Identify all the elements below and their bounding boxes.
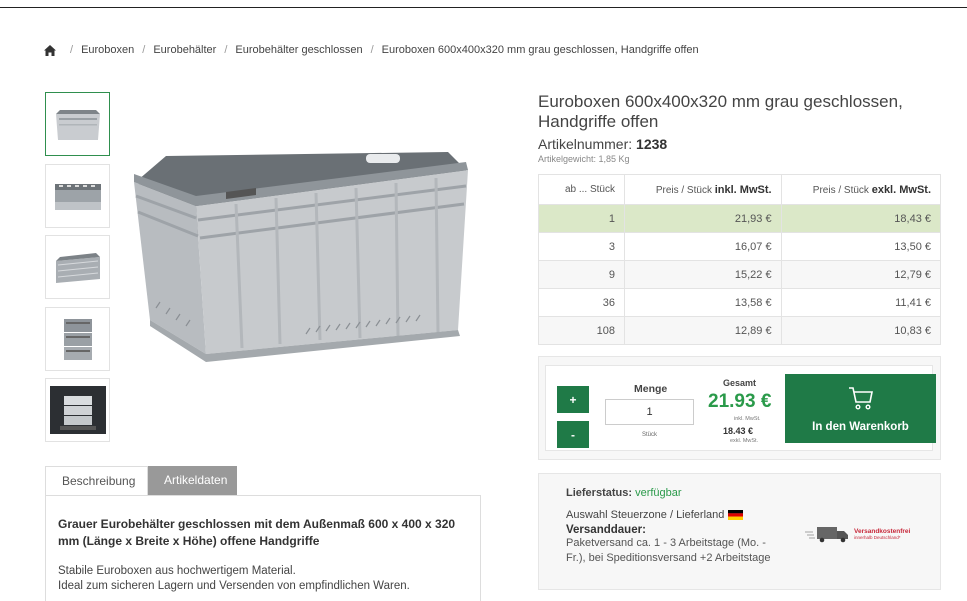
breadcrumb-item-geschlossen[interactable]: Eurobehälter geschlossen — [235, 44, 362, 56]
add-to-cart-label: In den Warenkorb — [812, 421, 909, 433]
delivery-info-panel: Lieferstatus: verfügbar Auswahl Steuerzo… — [538, 473, 941, 590]
table-row: 1 21,93 € 18,43 € — [538, 204, 942, 233]
quantity-input[interactable] — [605, 399, 694, 425]
breadcrumb-item-euroboxen[interactable]: Euroboxen — [81, 44, 134, 56]
total-incl-label: inkl. MwSt. — [734, 416, 761, 422]
table-row: 9 15,22 € 12,79 € — [538, 260, 942, 289]
price-table-header: ab ... Stück Preis / Stück inkl. MwSt. P… — [538, 174, 942, 205]
row-price-incl: 21,93 € — [624, 204, 782, 233]
breadcrumb-separator: / — [370, 44, 374, 56]
shopping-cart-icon — [849, 387, 873, 410]
quantity-plus-button[interactable]: + — [557, 386, 589, 413]
add-to-cart-panel: + - Menge Stück Gesamt 21.93 € inkl. MwS… — [538, 356, 941, 460]
total-excl-price: 18.43 € — [723, 426, 754, 436]
row-price-incl: 15,22 € — [624, 260, 782, 289]
breadcrumb-separator: / — [224, 44, 228, 56]
total-label: Gesamt — [723, 378, 757, 388]
shipping-duration-text: Paketversand ca. 1 - 3 Arbeitstage (Mo. … — [566, 537, 771, 564]
table-row: 3 16,07 € 13,50 € — [538, 232, 942, 261]
quantity-label: Menge — [634, 383, 668, 395]
euroboxes-lid-icon — [55, 253, 100, 283]
article-number-value: 1238 — [636, 136, 668, 152]
add-to-cart-inner: + - Menge Stück Gesamt 21.93 € inkl. MwS… — [545, 365, 936, 451]
table-row: 36 13,58 € 11,41 € — [538, 288, 942, 317]
product-title: Euroboxen 600x400x320 mm grau geschlosse… — [538, 92, 903, 131]
total-price: 21.93 € — [708, 391, 772, 412]
main-product-image[interactable] — [126, 92, 481, 447]
thumbnail-1[interactable] — [45, 92, 110, 156]
free-shipping-badge: Versandkostenfrei innerhalb Deutschland* — [805, 524, 910, 544]
euroboxes-pallet-icon — [49, 386, 106, 434]
description-tabs: Beschreibung Artikeldaten — [45, 466, 237, 495]
row-qty: 36 — [538, 288, 625, 317]
table-row: 108 12,89 € 10,83 € — [538, 316, 942, 345]
article-number-label: Artikelnummer: — [538, 136, 637, 152]
breadcrumb-item-eurobehaelter[interactable]: Eurobehälter — [153, 44, 216, 56]
top-divider — [0, 7, 967, 8]
eurobox-thumb-image — [55, 110, 100, 140]
row-price-excl: 13,50 € — [780, 232, 942, 261]
delivery-status: Lieferstatus: verfügbar — [566, 487, 940, 499]
row-price-incl: 13,58 € — [624, 288, 782, 317]
free-shipping-title: Versandkostenfrei — [854, 528, 911, 535]
description-line-2: Ideal zum sicheren Lagern und Versenden … — [58, 580, 410, 592]
thumbnail-3[interactable] — [45, 235, 110, 299]
thumbnail-2[interactable] — [45, 164, 110, 228]
price-table: ab ... Stück Preis / Stück inkl. MwSt. P… — [538, 174, 942, 345]
header-quantity: ab ... Stück — [538, 174, 625, 205]
free-shipping-text: Versandkostenfrei innerhalb Deutschland* — [854, 528, 910, 540]
german-flag-icon[interactable] — [728, 510, 744, 520]
quantity-minus-button[interactable]: - — [557, 421, 589, 448]
quantity-unit: Stück — [642, 432, 658, 438]
header-price-excl: Preis / Stück exkl. MwSt. — [780, 174, 942, 205]
row-price-excl: 18,43 € — [780, 204, 942, 233]
tax-zone-selector[interactable]: Auswahl Steuerzone / Lieferland — [566, 509, 940, 521]
row-price-incl: 12,89 € — [624, 316, 782, 345]
article-number: Artikelnummer: 1238 — [538, 136, 667, 152]
truck-icon — [805, 527, 848, 543]
row-qty: 9 — [538, 260, 625, 289]
tax-zone-label[interactable]: Auswahl Steuerzone / Lieferland — [566, 509, 724, 521]
eurobox-image — [134, 151, 468, 362]
total-excl-label: exkl. MwSt. — [730, 438, 759, 444]
row-price-incl: 16,07 € — [624, 232, 782, 261]
breadcrumb-item-current[interactable]: Euroboxen 600x400x320 mm grau geschlosse… — [382, 44, 699, 56]
row-price-excl: 11,41 € — [780, 288, 942, 317]
row-price-excl: 10,83 € — [780, 316, 942, 345]
breadcrumb-separator: / — [70, 44, 74, 56]
thumbnail-5[interactable] — [45, 378, 110, 442]
description-body: Stabile Euroboxen aus hochwertigem Mater… — [58, 564, 466, 594]
header-price-incl: Preis / Stück inkl. MwSt. — [624, 174, 782, 205]
breadcrumb: / Euroboxen / Eurobehälter / Eurobehälte… — [44, 44, 699, 56]
free-shipping-subtitle: innerhalb Deutschland* — [854, 535, 901, 540]
row-qty: 108 — [538, 316, 625, 345]
add-to-cart-button[interactable]: In den Warenkorb — [785, 374, 936, 443]
delivery-status-label: Lieferstatus: — [566, 487, 633, 499]
delivery-status-value: verfügbar — [635, 487, 682, 499]
description-lead: Grauer Eurobehälter geschlossen mit dem … — [58, 517, 456, 548]
row-qty: 3 — [538, 232, 625, 261]
article-weight: Artikelgewicht: 1,85 Kg — [538, 154, 630, 164]
breadcrumb-separator: / — [142, 44, 146, 56]
tab-panel-description: Grauer Eurobehälter geschlossen mit dem … — [45, 495, 481, 601]
tab-artikeldaten[interactable]: Artikeldaten — [148, 466, 237, 495]
euroboxes-stack-icon — [63, 319, 92, 360]
tab-beschreibung[interactable]: Beschreibung — [45, 466, 148, 495]
thumbnail-4[interactable] — [45, 307, 110, 371]
row-qty: 1 — [538, 204, 625, 233]
row-price-excl: 12,79 € — [780, 260, 942, 289]
home-icon[interactable] — [44, 44, 56, 56]
euroboxes-stacked-icon — [54, 184, 101, 210]
description-line-1: Stabile Euroboxen aus hochwertigem Mater… — [58, 565, 296, 577]
